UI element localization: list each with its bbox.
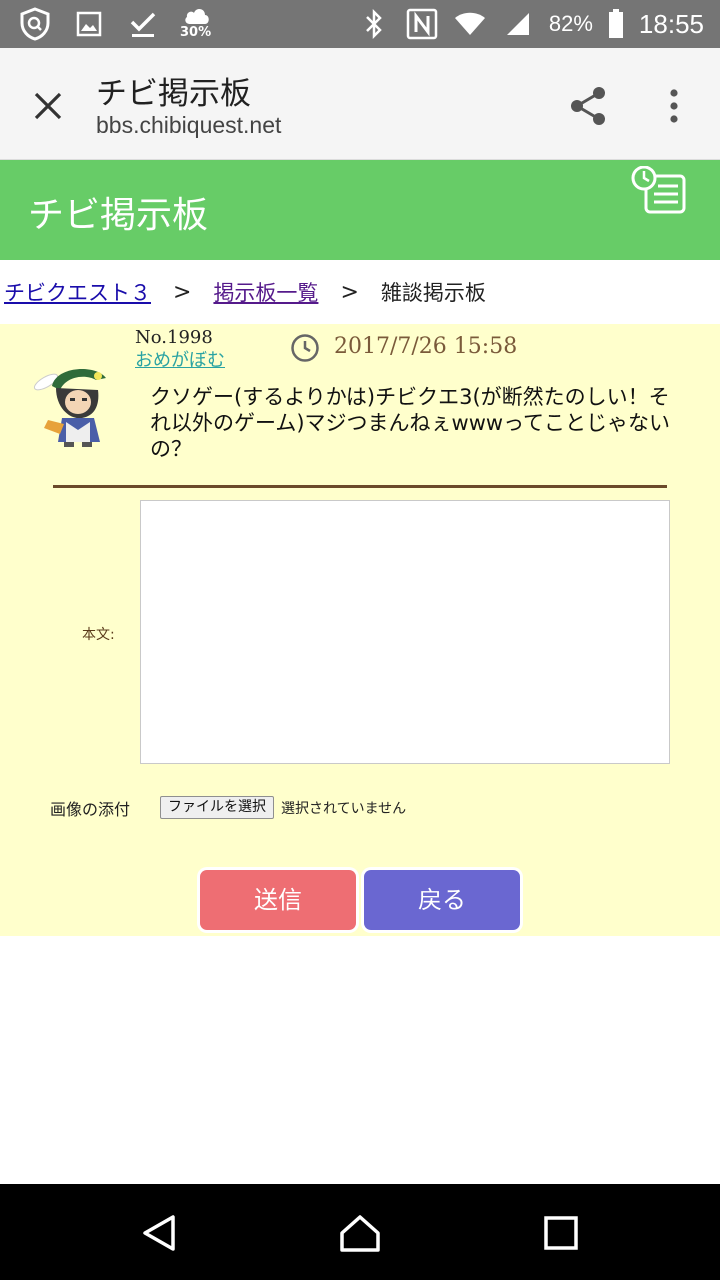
weather-icon: 30% bbox=[180, 4, 214, 44]
post-author-link[interactable]: おめがぼむ bbox=[135, 346, 225, 372]
battery-percent: 82% bbox=[548, 11, 593, 36]
more-vert-icon bbox=[670, 89, 678, 123]
breadcrumb-link-game[interactable]: チビクエスト３ bbox=[4, 277, 151, 307]
signal-icon bbox=[501, 7, 535, 41]
nav-home-button[interactable] bbox=[335, 1208, 385, 1258]
browser-url[interactable]: bbs.chibiquest.net bbox=[96, 112, 281, 139]
close-button[interactable] bbox=[20, 78, 76, 134]
share-button[interactable] bbox=[560, 78, 616, 134]
weather-percent: 30% bbox=[180, 25, 212, 40]
nfc-icon bbox=[405, 7, 439, 41]
navigation-bar bbox=[0, 1184, 720, 1280]
back-button[interactable]: 戻る bbox=[364, 870, 520, 930]
nav-recents-button[interactable] bbox=[536, 1208, 586, 1258]
bluetooth-icon bbox=[357, 7, 391, 41]
image-icon bbox=[72, 7, 106, 41]
body-label: 本文: bbox=[82, 627, 115, 643]
breadcrumb-link-board-list[interactable]: 掲示板一覧 bbox=[213, 277, 318, 307]
attach-label: 画像の添付 bbox=[50, 800, 131, 819]
close-icon bbox=[34, 92, 62, 120]
post-number: No.1998 bbox=[135, 327, 213, 348]
breadcrumb-separator: > bbox=[340, 279, 359, 305]
notification-icons: 30% bbox=[18, 6, 214, 42]
site-title[interactable]: チビ掲示板 bbox=[28, 186, 208, 238]
browser-toolbar: チビ掲示板 bbs.chibiquest.net bbox=[0, 48, 720, 160]
history-list-icon bbox=[631, 165, 686, 214]
site-header: チビ掲示板 bbox=[0, 160, 720, 260]
wifi-icon bbox=[453, 7, 487, 41]
browser-page-title: チビ掲示板 bbox=[96, 76, 251, 112]
breadcrumb-current: 雑談掲示板 bbox=[380, 281, 486, 305]
clock-icon bbox=[290, 333, 320, 363]
clock-time: 18:55 bbox=[638, 8, 704, 39]
more-options-button[interactable] bbox=[646, 78, 702, 134]
system-icons: 82% 18:55 bbox=[357, 0, 704, 48]
post-body: クソゲー(するよりかは)チビクエ3(が断然たのしい！それ以外のゲーム)マジつまん… bbox=[150, 385, 671, 461]
status-bar: 30% 82% 18:55 bbox=[0, 0, 720, 48]
battery-icon bbox=[607, 7, 625, 41]
body-textarea[interactable] bbox=[140, 500, 670, 764]
share-icon bbox=[571, 87, 605, 125]
recents-square-icon bbox=[544, 1216, 578, 1250]
post-area: No.1998 おめがぼむ 2017/7/26 15:58 クソゲー(するよりか… bbox=[0, 324, 720, 936]
file-select-button[interactable]: ファイルを選択 bbox=[160, 796, 274, 819]
file-status: 選択されていません bbox=[281, 801, 407, 817]
post-divider bbox=[53, 485, 667, 488]
shield-search-icon bbox=[18, 7, 52, 41]
home-icon bbox=[340, 1215, 380, 1252]
nav-back-button[interactable] bbox=[134, 1208, 184, 1258]
send-button[interactable]: 送信 bbox=[200, 870, 356, 930]
download-done-icon bbox=[126, 7, 160, 41]
avatar bbox=[26, 362, 116, 448]
breadcrumb-separator: > bbox=[173, 279, 192, 305]
breadcrumb: チビクエスト３ > 掲示板一覧 > 雑談掲示板 bbox=[0, 262, 720, 322]
back-triangle-icon bbox=[143, 1215, 175, 1251]
history-button[interactable] bbox=[628, 165, 690, 216]
post-date: 2017/7/26 15:58 bbox=[334, 334, 518, 359]
